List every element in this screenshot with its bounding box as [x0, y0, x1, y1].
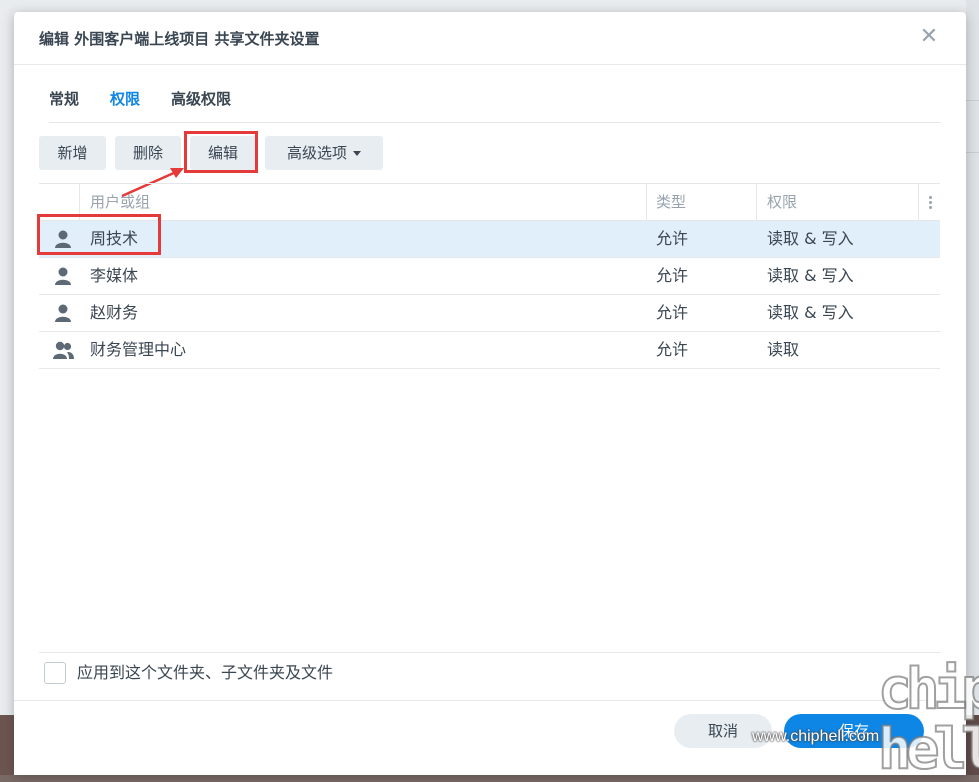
- row-permission: 读取 & 写入: [767, 303, 854, 322]
- row-permission: 读取 & 写入: [767, 266, 854, 285]
- edit-button[interactable]: 编辑: [190, 136, 256, 170]
- advanced-options-label: 高级选项: [286, 144, 347, 162]
- permissions-table: 用户或组 类型 权限 周技术 允许 读取 & 写入 李媒体 允许 读取 & 写入…: [39, 183, 940, 369]
- add-button[interactable]: 新增: [39, 136, 106, 170]
- tab-general[interactable]: 常规: [49, 88, 79, 109]
- caret-down-icon: [353, 151, 361, 156]
- column-header-permission[interactable]: 权限: [767, 184, 797, 220]
- row-name: 财务管理中心: [90, 340, 187, 359]
- tab-bar: 常规 权限 高级权限: [49, 88, 941, 123]
- divider: [39, 652, 940, 653]
- divider: [14, 700, 966, 701]
- row-name: 李媒体: [90, 266, 139, 285]
- row-name: 赵财务: [90, 303, 139, 322]
- row-permission: 读取: [767, 340, 800, 359]
- row-name: 周技术: [90, 229, 139, 248]
- user-icon: [55, 267, 71, 285]
- shared-folder-settings-dialog: 编辑 外围客户端上线项目 共享文件夹设置 ✕ 常规 权限 高级权限 新增 删除 …: [14, 12, 966, 775]
- row-type: 允许: [656, 340, 689, 359]
- row-type: 允许: [656, 266, 689, 285]
- user-icon: [55, 304, 71, 322]
- background-window-edge: [966, 0, 979, 715]
- close-icon[interactable]: ✕: [916, 24, 942, 50]
- row-type: 允许: [656, 303, 689, 322]
- column-divider: [918, 184, 919, 220]
- table-header: 用户或组 类型 权限: [39, 183, 940, 221]
- save-button[interactable]: 保存: [784, 714, 924, 748]
- dialog-title: 编辑 外围客户端上线项目 共享文件夹设置: [39, 30, 320, 48]
- tab-advanced-permissions[interactable]: 高级权限: [171, 88, 231, 109]
- row-type: 允许: [656, 229, 689, 248]
- column-divider: [756, 184, 757, 220]
- apply-to-subfolders-checkbox[interactable]: [44, 662, 66, 684]
- column-menu-icon[interactable]: [923, 184, 937, 220]
- user-icon: [55, 230, 71, 248]
- apply-to-subfolders-label: 应用到这个文件夹、子文件夹及文件: [77, 663, 334, 682]
- table-row[interactable]: 赵财务 允许 读取 & 写入: [39, 295, 940, 332]
- group-icon: [53, 341, 74, 359]
- advanced-options-dropdown[interactable]: 高级选项: [265, 136, 383, 170]
- table-row[interactable]: 财务管理中心 允许 读取: [39, 332, 940, 369]
- dialog-titlebar: 编辑 外围客户端上线项目 共享文件夹设置 ✕: [14, 12, 966, 65]
- column-divider: [79, 184, 80, 220]
- row-permission: 读取 & 写入: [767, 229, 854, 248]
- table-row[interactable]: 李媒体 允许 读取 & 写入: [39, 258, 940, 295]
- column-header-user-or-group[interactable]: 用户或组: [90, 184, 150, 220]
- table-row[interactable]: 周技术 允许 读取 & 写入: [39, 221, 940, 258]
- column-divider: [646, 184, 647, 220]
- column-header-type[interactable]: 类型: [656, 184, 686, 220]
- tab-permissions[interactable]: 权限: [110, 88, 140, 109]
- cancel-button[interactable]: 取消: [674, 714, 772, 748]
